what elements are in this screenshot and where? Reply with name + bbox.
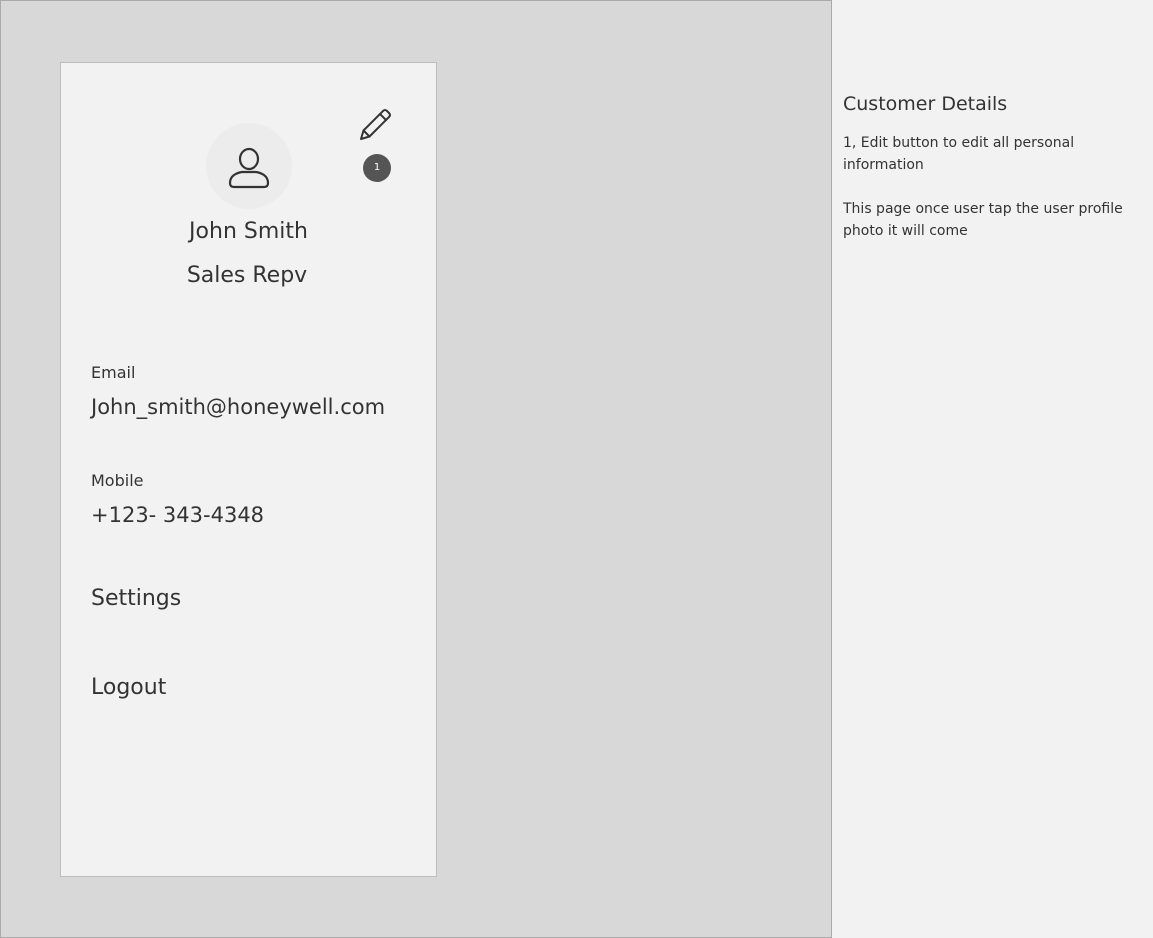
user-name: John Smith bbox=[189, 219, 308, 244]
annotation-badge: 1 bbox=[363, 154, 391, 182]
email-value: John_smith@honeywell.com bbox=[91, 395, 386, 419]
artboard-area: 1 John Smith Sales Repv Email John_smith… bbox=[0, 0, 832, 938]
user-role: Sales Repv bbox=[186, 263, 308, 288]
mobile-value: +123- 343-4348 bbox=[91, 503, 265, 527]
edit-profile-button[interactable] bbox=[355, 105, 395, 145]
settings-link[interactable]: Settings bbox=[91, 586, 181, 611]
note-page-trigger: This page once user tap the user profile… bbox=[843, 201, 1123, 239]
logout-link[interactable]: Logout bbox=[91, 675, 166, 700]
notes-title: Customer Details bbox=[843, 93, 1008, 115]
canvas: 1 John Smith Sales Repv Email John_smith… bbox=[0, 0, 1153, 938]
pencil-icon bbox=[355, 105, 395, 145]
avatar[interactable] bbox=[206, 123, 292, 209]
note-edit-button: 1, Edit button to edit all personal info… bbox=[843, 135, 1075, 173]
email-label: Email bbox=[91, 363, 136, 382]
notes-panel: Customer Details 1, Edit button to edit … bbox=[832, 0, 1153, 938]
mobile-label: Mobile bbox=[91, 471, 144, 490]
profile-screen: 1 John Smith Sales Repv Email John_smith… bbox=[60, 62, 437, 877]
